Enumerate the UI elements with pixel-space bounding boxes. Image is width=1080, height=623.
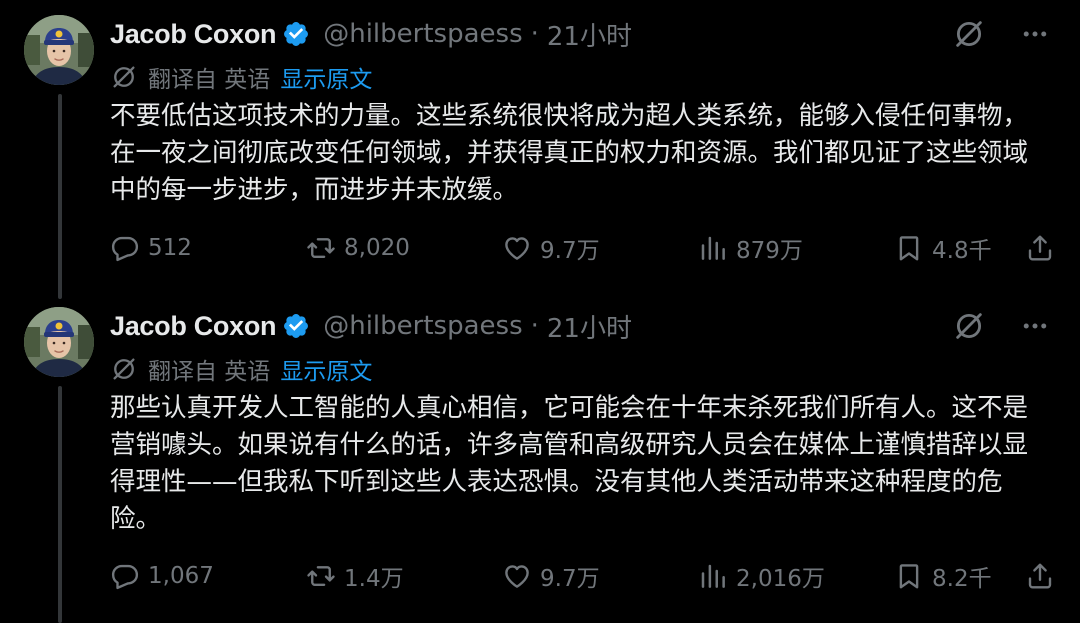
- views-count: 879万: [736, 238, 803, 264]
- retweet-count: 8,020: [344, 235, 410, 261]
- translated-from-label: 翻译自 英语: [148, 359, 271, 385]
- bookmark-button[interactable]: 4.8千: [894, 228, 992, 268]
- views-button[interactable]: 879万: [698, 228, 803, 268]
- views-count: 2,016万: [736, 566, 825, 592]
- avatar[interactable]: [24, 15, 94, 85]
- like-icon: [502, 561, 532, 591]
- views-icon: [698, 561, 728, 591]
- more-icon[interactable]: [1020, 311, 1050, 341]
- like-button[interactable]: 9.7万: [502, 556, 600, 596]
- reply-button[interactable]: 1,067: [110, 556, 214, 596]
- timestamp[interactable]: 21小时: [547, 16, 632, 53]
- tweet-text: 不要低估这项技术的力量。这些系统很快将成为超人类系统，能够入侵任何事物，在一夜之…: [110, 101, 1029, 205]
- tweet-header: Jacob Coxon @hilbertspaess · 21小时: [110, 306, 632, 346]
- reply-count: 512: [148, 235, 192, 261]
- grok-icon[interactable]: [952, 309, 986, 343]
- author-handle[interactable]: @hilbertspaess: [323, 311, 522, 341]
- tweet[interactable]: Jacob Coxon @hilbertspaess · 21小时 翻译自 英语…: [0, 0, 1080, 292]
- header-actions: [952, 14, 1050, 54]
- like-button[interactable]: 9.7万: [502, 228, 600, 268]
- show-original-link[interactable]: 显示原文: [280, 352, 372, 386]
- verified-badge-icon: [282, 312, 310, 340]
- share-icon: [1025, 561, 1055, 591]
- like-count: 9.7万: [540, 566, 600, 592]
- translate-icon: [110, 63, 138, 91]
- tweet-text: 那些认真开发人工智能的人真心相信，它可能会在十年末杀死我们所有人。这不是营销噱头…: [110, 393, 1029, 534]
- retweet-button[interactable]: 1.4万: [306, 556, 404, 596]
- tweet[interactable]: Jacob Coxon @hilbertspaess · 21小时 翻译自 英语…: [0, 292, 1080, 623]
- header-actions: [952, 306, 1050, 346]
- bookmark-button[interactable]: 8.2千: [894, 556, 992, 596]
- translate-icon: [110, 355, 138, 383]
- verified-badge-icon: [282, 20, 310, 48]
- bookmark-count: 8.2千: [932, 566, 992, 592]
- bookmark-icon: [894, 233, 924, 263]
- action-bar: 1,067 1.4万 9.7万 2,016万 8.2千: [110, 556, 1055, 596]
- avatar[interactable]: [24, 307, 94, 377]
- separator-dot: ·: [530, 311, 539, 341]
- show-original-link[interactable]: 显示原文: [280, 60, 372, 94]
- tweet-header: Jacob Coxon @hilbertspaess · 21小时: [110, 14, 632, 54]
- retweet-icon: [306, 233, 336, 263]
- reply-button[interactable]: 512: [110, 228, 192, 268]
- retweet-count: 1.4万: [344, 566, 404, 592]
- views-icon: [698, 233, 728, 263]
- timestamp[interactable]: 21小时: [547, 308, 632, 345]
- retweet-icon: [306, 561, 336, 591]
- author-handle[interactable]: @hilbertspaess: [323, 19, 522, 49]
- reply-icon: [110, 561, 140, 591]
- translated-from-label: 翻译自 英语: [148, 67, 271, 93]
- more-icon[interactable]: [1020, 19, 1050, 49]
- author-name[interactable]: Jacob Coxon: [110, 19, 277, 50]
- translation-row: 翻译自 英语 显示原文: [110, 60, 372, 94]
- action-bar: 512 8,020 9.7万 879万 4.8千: [110, 228, 1055, 268]
- bookmark-count: 4.8千: [932, 238, 992, 264]
- author-name[interactable]: Jacob Coxon: [110, 311, 277, 342]
- share-button[interactable]: [1025, 556, 1055, 596]
- reply-icon: [110, 233, 140, 263]
- translation-row: 翻译自 英语 显示原文: [110, 352, 372, 386]
- like-count: 9.7万: [540, 238, 600, 264]
- reply-count: 1,067: [148, 563, 214, 589]
- share-icon: [1025, 233, 1055, 263]
- retweet-button[interactable]: 8,020: [306, 228, 410, 268]
- like-icon: [502, 233, 532, 263]
- share-button[interactable]: [1025, 228, 1055, 268]
- grok-icon[interactable]: [952, 17, 986, 51]
- views-button[interactable]: 2,016万: [698, 556, 825, 596]
- separator-dot: ·: [530, 19, 539, 49]
- bookmark-icon: [894, 561, 924, 591]
